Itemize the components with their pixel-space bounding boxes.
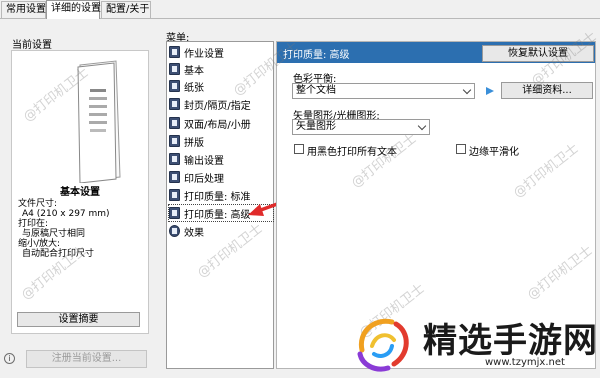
- details-button[interactable]: 详细资料...: [501, 82, 593, 99]
- finishing-icon: [169, 171, 180, 183]
- menu-item-imposition[interactable]: 拼版: [169, 133, 273, 149]
- quality-standard-icon: [169, 189, 180, 201]
- tab-detailed-settings[interactable]: 详细的设置: [46, 0, 101, 19]
- register-current-settings-button[interactable]: 注册当前设置...: [26, 350, 147, 368]
- menu-item-output[interactable]: 输出设置: [169, 151, 273, 167]
- effects-icon: [169, 225, 180, 237]
- menu-item-job-settings[interactable]: 作业设置: [169, 44, 273, 60]
- output-icon: [169, 153, 180, 165]
- imposition-icon: [169, 135, 180, 147]
- job-settings-icon: [169, 46, 180, 58]
- brand-name: 精选手游网: [423, 321, 598, 361]
- cover-icon: [169, 98, 180, 110]
- chevron-down-icon: [462, 85, 472, 95]
- info-icon: i: [4, 353, 15, 364]
- summary-title: 基本设置: [60, 187, 100, 198]
- quality-advanced-icon: [169, 207, 180, 219]
- file-size-label: 文件尺寸:: [18, 199, 58, 209]
- menu-item-cover[interactable]: 封页/隔页/指定: [169, 96, 273, 112]
- menu-item-basic[interactable]: 基本: [169, 61, 273, 77]
- vector-raster-select[interactable]: 矢量图形: [292, 119, 430, 135]
- duplex-icon: [169, 117, 180, 129]
- menu-item-finishing[interactable]: 印后处理: [169, 169, 273, 185]
- panel-title: 打印质量: 高级: [283, 50, 350, 61]
- paper-icon: [169, 80, 180, 92]
- menu-item-duplex[interactable]: 双面/布局/小册: [169, 115, 273, 131]
- black-text-label: 用黑色打印所有文本: [307, 147, 397, 158]
- settings-preview-box: 基本设置 文件尺寸: A4 (210 x 297 mm) 打印在: 与原稿尺寸相…: [11, 50, 149, 334]
- menu-item-effects[interactable]: 效果: [169, 223, 273, 239]
- play-icon[interactable]: [485, 86, 495, 96]
- print-on-value: 与原稿尺寸相同: [22, 229, 86, 239]
- edge-smoothing-checkbox[interactable]: [456, 144, 466, 154]
- file-size-value: A4 (210 x 297 mm): [22, 209, 110, 219]
- zoom-label: 缩小/放大:: [18, 239, 61, 249]
- chevron-down-icon: [417, 121, 427, 131]
- tab-config-about[interactable]: 配置/关于: [101, 1, 151, 18]
- current-settings-label: 当前设置: [12, 40, 52, 51]
- zoom-value: 自动配合打印尺寸: [22, 249, 95, 259]
- brand-logo-icon: [357, 318, 409, 372]
- edge-smoothing-label: 边缘平滑化: [469, 147, 519, 158]
- paper-preview-icon: [77, 60, 121, 183]
- restore-defaults-button[interactable]: 恢复默认设置: [482, 45, 594, 62]
- settings-summary-button[interactable]: 设置摘要: [17, 312, 140, 327]
- brand-url: www.tzymjx.net: [485, 357, 565, 368]
- menu-item-paper[interactable]: 纸张: [169, 78, 273, 94]
- black-text-checkbox[interactable]: [294, 144, 304, 154]
- basic-icon: [169, 63, 180, 75]
- tab-general-settings[interactable]: 常用设置: [1, 1, 46, 18]
- print-on-label: 打印在:: [18, 219, 49, 229]
- color-balance-select[interactable]: 整个文档: [292, 83, 475, 99]
